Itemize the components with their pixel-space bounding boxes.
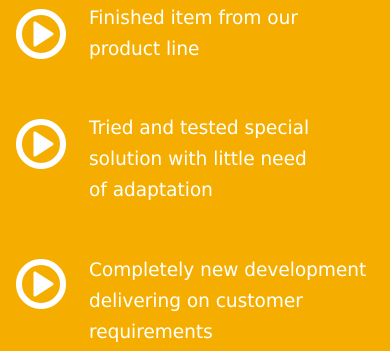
option-label-line: solution with little need bbox=[89, 149, 307, 170]
option-label-line: delivering on customer bbox=[89, 291, 303, 312]
option-label: Tried and tested special solution with l… bbox=[89, 113, 389, 206]
option-label-line: Finished item from our bbox=[89, 8, 298, 29]
option-label-line: Completely new development bbox=[89, 260, 367, 281]
option-label: Finished item from our product line bbox=[89, 3, 389, 65]
option-label-line: of adaptation bbox=[89, 180, 213, 201]
play-circle-icon[interactable] bbox=[15, 8, 67, 60]
play-circle-icon[interactable] bbox=[15, 118, 67, 170]
option-label-line: Tried and tested special bbox=[89, 118, 310, 139]
option-label-line: requirements bbox=[89, 322, 213, 343]
option-label-line: product line bbox=[89, 39, 200, 60]
play-circle-icon[interactable] bbox=[15, 258, 67, 310]
option-label: Completely new development delivering on… bbox=[89, 255, 389, 348]
